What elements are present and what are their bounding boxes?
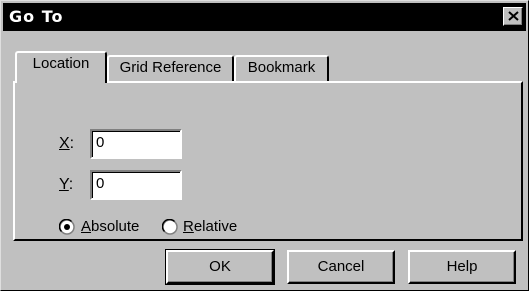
absolute-radio[interactable] [58, 218, 75, 235]
x-label: X: [59, 135, 75, 152]
close-button[interactable] [503, 7, 523, 26]
help-button-label: Help [446, 258, 478, 275]
y-input[interactable]: 0 [90, 170, 182, 200]
absolute-radio-label[interactable]: Absolute [81, 218, 139, 236]
x-input[interactable]: 0 [90, 129, 182, 159]
location-panel: X: 0 Y: 0 Absolute Relative [13, 81, 523, 241]
radio-selected-icon [58, 218, 75, 235]
help-button[interactable]: Help [408, 250, 516, 284]
x-input-value: 0 [96, 134, 105, 151]
tab-location[interactable]: Location [15, 51, 107, 83]
cancel-button[interactable]: Cancel [287, 250, 395, 284]
tab-grid-reference-label: Grid Reference [119, 59, 222, 76]
tab-bookmark-label: Bookmark [247, 59, 316, 76]
cancel-button-label: Cancel [317, 258, 365, 275]
title-bar[interactable]: Go To [3, 3, 526, 31]
relative-radio-label[interactable]: Relative [183, 218, 237, 236]
ok-button-label: OK [209, 258, 231, 275]
tab-location-label: Location [32, 55, 90, 72]
y-input-value: 0 [96, 175, 105, 192]
tab-grid-reference[interactable]: Grid Reference [107, 55, 234, 82]
tab-bookmark[interactable]: Bookmark [234, 55, 329, 82]
ok-button[interactable]: OK [165, 249, 275, 285]
radio-unselected-icon [161, 218, 178, 235]
close-icon [508, 11, 519, 21]
relative-radio[interactable] [161, 218, 178, 235]
y-label: Y: [59, 176, 74, 193]
go-to-dialog: Go To Location Grid Reference Bookmark X… [0, 0, 529, 291]
window-title: Go To [9, 7, 64, 26]
